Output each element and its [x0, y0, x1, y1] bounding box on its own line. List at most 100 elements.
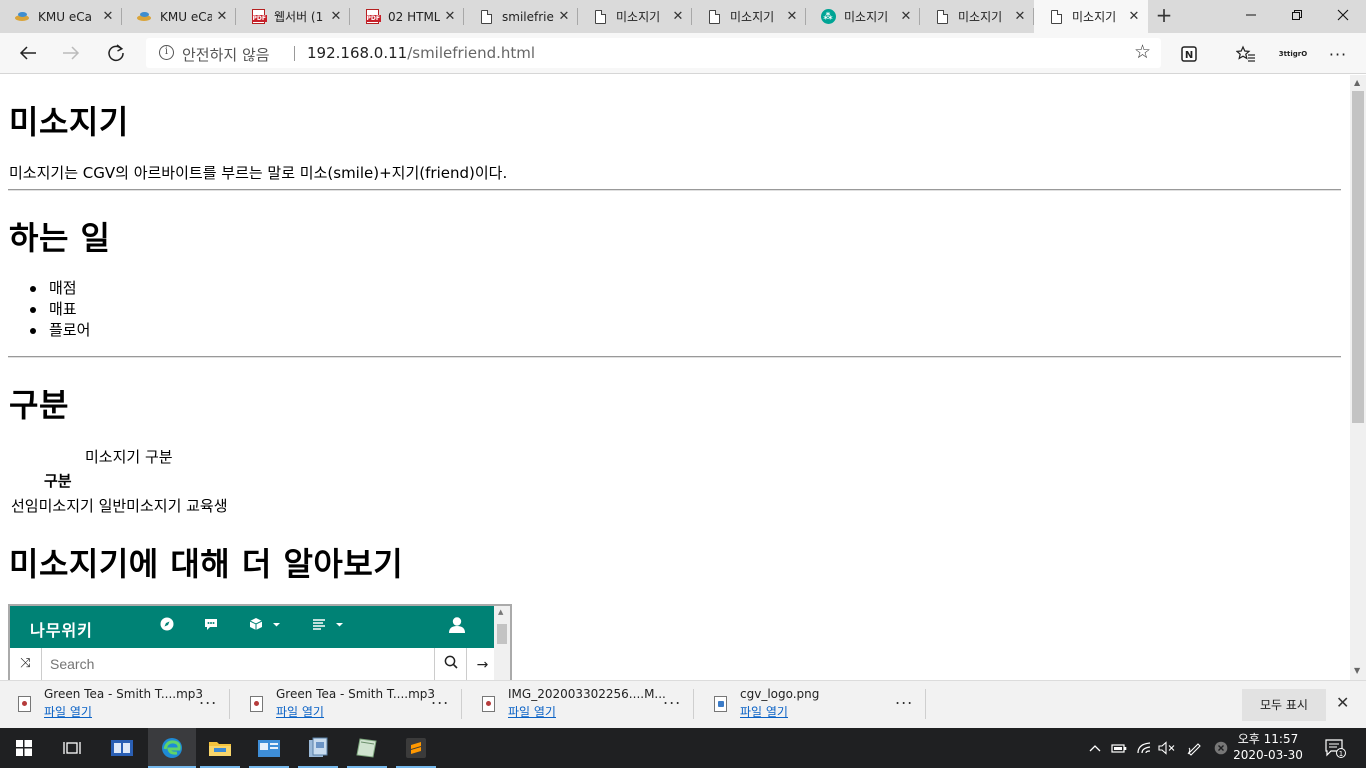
search-icon[interactable] [434, 648, 466, 680]
download-item[interactable]: Green Tea - Smith T....mp3 파일 열기 ... [0, 681, 230, 729]
notion-extension-icon[interactable]: N [1176, 41, 1202, 67]
tab-label: KMU eCa [160, 9, 212, 24]
close-tab-icon[interactable]: ✕ [1124, 9, 1144, 24]
tray-expand-icon[interactable] [1085, 728, 1105, 768]
close-tab-icon[interactable]: ✕ [212, 9, 232, 24]
user-icon[interactable] [448, 616, 466, 638]
favorites-list-icon[interactable] [1233, 41, 1259, 67]
favorite-star-icon[interactable]: ☆ [1134, 41, 1151, 63]
info-icon[interactable]: i [159, 45, 174, 60]
new-tab-button[interactable]: + [1151, 4, 1177, 28]
close-tab-icon[interactable]: ✕ [326, 9, 346, 24]
namuwiki-logo[interactable]: 나무위키 [30, 617, 93, 641]
scroll-down-icon[interactable]: ▼ [1354, 666, 1360, 675]
namuwiki-embed[interactable]: 나무위키 ⤨ → ▲ [8, 604, 512, 680]
action-center-icon[interactable]: 1 [1318, 728, 1352, 768]
more-options-button[interactable]: ... [199, 689, 217, 708]
download-filename: cgv_logo.png [740, 687, 820, 701]
browser-tab[interactable]: smilefrie ✕ [464, 0, 578, 33]
scroll-up-icon[interactable]: ▲ [1354, 78, 1360, 87]
kmu-icon [14, 9, 30, 25]
start-button[interactable] [0, 728, 48, 768]
page-scrollbar[interactable]: ▲ ▼ [1350, 75, 1366, 680]
discussion-icon[interactable] [204, 617, 218, 635]
battery-icon[interactable] [1108, 728, 1130, 768]
close-tab-icon[interactable]: ✕ [554, 9, 574, 24]
namuwiki-search-input[interactable] [50, 656, 430, 672]
profile-avatar[interactable]: 3ttigrO [1277, 41, 1309, 67]
sublime-text-icon [406, 738, 426, 758]
refresh-button[interactable] [99, 37, 133, 69]
minimize-button[interactable] [1228, 0, 1274, 30]
browser-tab[interactable]: KMU eCa ✕ [0, 0, 122, 33]
browser-tab[interactable]: KMU eCa ✕ [122, 0, 236, 33]
tab-label: 웹서버 (1 [274, 10, 324, 24]
pen-icon[interactable] [1183, 728, 1205, 768]
tab-label: 미소지기 [844, 10, 889, 24]
clock-date: 2020-03-30 [1233, 748, 1303, 762]
menu-dropdown-icon[interactable] [312, 617, 346, 635]
browser-tab-active[interactable]: 미소지기 ✕ [1034, 0, 1148, 33]
svg-text:N: N [1185, 50, 1193, 61]
pdf-icon [250, 9, 267, 25]
more-options-button[interactable]: ... [895, 689, 913, 708]
wifi-icon[interactable] [1133, 728, 1155, 768]
package-dropdown-icon[interactable] [249, 617, 281, 635]
open-file-link[interactable]: 파일 열기 [44, 703, 92, 720]
compass-icon[interactable] [160, 617, 174, 635]
restore-button[interactable] [1274, 0, 1320, 30]
restore-icon [1292, 10, 1302, 20]
system-clock[interactable]: 오후 11:57 2020-03-30 [1232, 731, 1304, 763]
close-tab-icon[interactable]: ✕ [782, 9, 802, 24]
close-tab-icon[interactable]: ✕ [440, 9, 460, 24]
embed-scrollbar[interactable]: ▲ [494, 606, 510, 680]
close-window-button[interactable] [1320, 0, 1366, 30]
page-icon [478, 9, 494, 25]
open-file-link[interactable]: 파일 열기 [740, 703, 788, 720]
browser-tab[interactable]: 02 HTML ✕ [350, 0, 464, 33]
browser-tab[interactable]: 웹서버 (1 ✕ [236, 0, 350, 33]
close-tab-icon[interactable]: ✕ [1010, 9, 1030, 24]
browser-tab[interactable]: ⁂ 미소지기 ✕ [806, 0, 920, 33]
status-x-icon[interactable] [1210, 728, 1232, 768]
download-item[interactable]: Green Tea - Smith T....mp3 파일 열기 ... [232, 681, 462, 729]
back-button[interactable] [11, 37, 45, 69]
browser-tab[interactable]: 미소지기 ✕ [692, 0, 806, 33]
forward-button[interactable] [54, 37, 88, 69]
taskbar-app-reader[interactable] [98, 728, 146, 768]
taskbar-app-sublime[interactable] [392, 728, 440, 768]
more-options-button[interactable]: ... [663, 689, 681, 708]
random-shuffle-icon[interactable]: ⤨ [10, 648, 42, 680]
close-tab-icon[interactable]: ✕ [668, 9, 688, 24]
forward-arrow-icon [63, 46, 80, 60]
download-item[interactable]: IMG_202003302256....M... 파일 열기 ... [464, 681, 694, 729]
taskbar-app-package[interactable] [294, 728, 342, 768]
browser-tab[interactable]: 미소지기 ✕ [578, 0, 692, 33]
close-downloads-icon[interactable]: ✕ [1336, 693, 1349, 712]
scrollbar-thumb[interactable] [1352, 91, 1364, 423]
open-file-link[interactable]: 파일 열기 [508, 703, 556, 720]
tab-label: 02 HTML [388, 9, 440, 24]
close-tab-icon[interactable]: ✕ [896, 9, 916, 24]
download-item[interactable]: cgv_logo.png 파일 열기 ... [696, 681, 926, 729]
task-view-button[interactable] [48, 728, 96, 768]
show-all-downloads-button[interactable]: 모두 표시 [1242, 689, 1326, 721]
more-menu-icon[interactable]: ··· [1325, 41, 1351, 67]
taskbar-app-explorer[interactable] [196, 728, 244, 768]
volume-muted-icon[interactable] [1156, 728, 1178, 768]
table-row: 선임미소지기 일반미소지기 교육생 [11, 497, 228, 515]
url-text[interactable]: 192.168.0.11/smilefriend.html [307, 44, 535, 62]
table-header: 구분 [44, 472, 72, 490]
open-file-link[interactable]: 파일 열기 [276, 703, 324, 720]
more-options-button[interactable]: ... [431, 689, 449, 708]
taskbar-app-edge[interactable] [148, 728, 196, 768]
kmu-icon [136, 9, 152, 25]
close-tab-icon[interactable]: ✕ [98, 9, 118, 24]
page-icon [592, 9, 608, 25]
taskbar-app-contacts[interactable] [245, 728, 293, 768]
address-bar[interactable]: i 안전하지 않음 192.168.0.11/smilefriend.html … [146, 38, 1161, 68]
browser-tab[interactable]: 미소지기 ✕ [920, 0, 1034, 33]
task-view-icon [63, 742, 81, 754]
taskbar-app-notes[interactable] [343, 728, 391, 768]
page-icon [706, 9, 722, 25]
